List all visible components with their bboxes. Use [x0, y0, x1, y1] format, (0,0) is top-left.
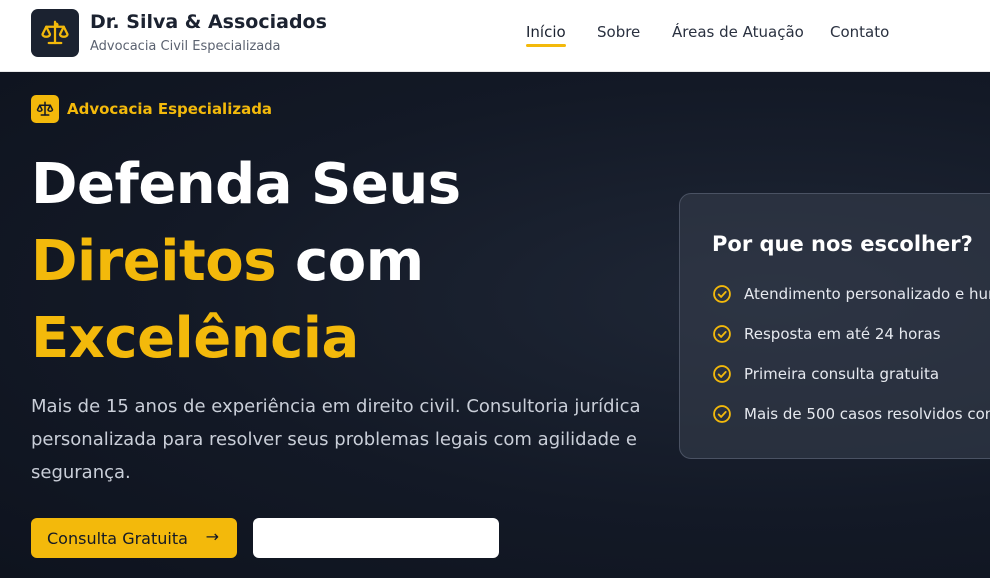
- check-circle-icon: [713, 325, 731, 343]
- headline-line1: Defenda Seus: [31, 152, 461, 217]
- hero-section: Advocacia Especializada Defenda Seus Dir…: [0, 72, 990, 578]
- headline-line2-rest: com: [276, 229, 424, 294]
- check-circle-icon: [713, 285, 731, 303]
- nav-item-sobre[interactable]: Sobre: [597, 23, 640, 41]
- feature-item: Resposta em até 24 horas: [712, 324, 941, 344]
- why-choose-us-card: Por que nos escolher? Atendimento person…: [679, 193, 990, 459]
- nav-item-areas[interactable]: Áreas de Atuação: [672, 23, 804, 41]
- feature-text: Resposta em até 24 horas: [744, 325, 941, 343]
- check-circle-icon: [713, 405, 731, 423]
- free-consultation-button[interactable]: Consulta Gratuita →: [31, 518, 237, 558]
- feature-item: Atendimento personalizado e humanizado: [712, 284, 990, 304]
- site-header: Dr. Silva & Associados Advocacia Civil E…: [0, 0, 990, 72]
- card-title: Por que nos escolher?: [712, 232, 973, 256]
- nav-item-inicio[interactable]: Início: [526, 23, 566, 47]
- headline-highlight-excelencia: Excelência: [31, 306, 359, 371]
- scales-icon: [31, 95, 59, 123]
- hero-description: Mais de 15 anos de experiência em direit…: [31, 396, 641, 483]
- headline-highlight-direitos: Direitos: [31, 229, 277, 294]
- check-circle-icon: [713, 365, 731, 383]
- main-nav: Início Sobre Áreas de Atuação Contato: [0, 23, 990, 53]
- secondary-button[interactable]: [253, 518, 499, 558]
- arrow-right-icon: →: [205, 527, 219, 546]
- nav-item-contato[interactable]: Contato: [830, 23, 889, 41]
- free-consultation-label: Consulta Gratuita: [47, 528, 188, 548]
- feature-item: Primeira consulta gratuita: [712, 364, 939, 384]
- badge-label: Advocacia Especializada: [67, 100, 273, 118]
- feature-text: Primeira consulta gratuita: [744, 365, 940, 383]
- hero-headline: Defenda Seus Direitos com Excelência: [31, 146, 551, 377]
- feature-text: Mais de 500 casos resolvidos com sucesso: [744, 405, 990, 423]
- specialty-badge: Advocacia Especializada: [31, 95, 272, 123]
- feature-item: Mais de 500 casos resolvidos com sucesso: [712, 404, 990, 424]
- feature-text: Atendimento personalizado e humanizado: [744, 285, 990, 303]
